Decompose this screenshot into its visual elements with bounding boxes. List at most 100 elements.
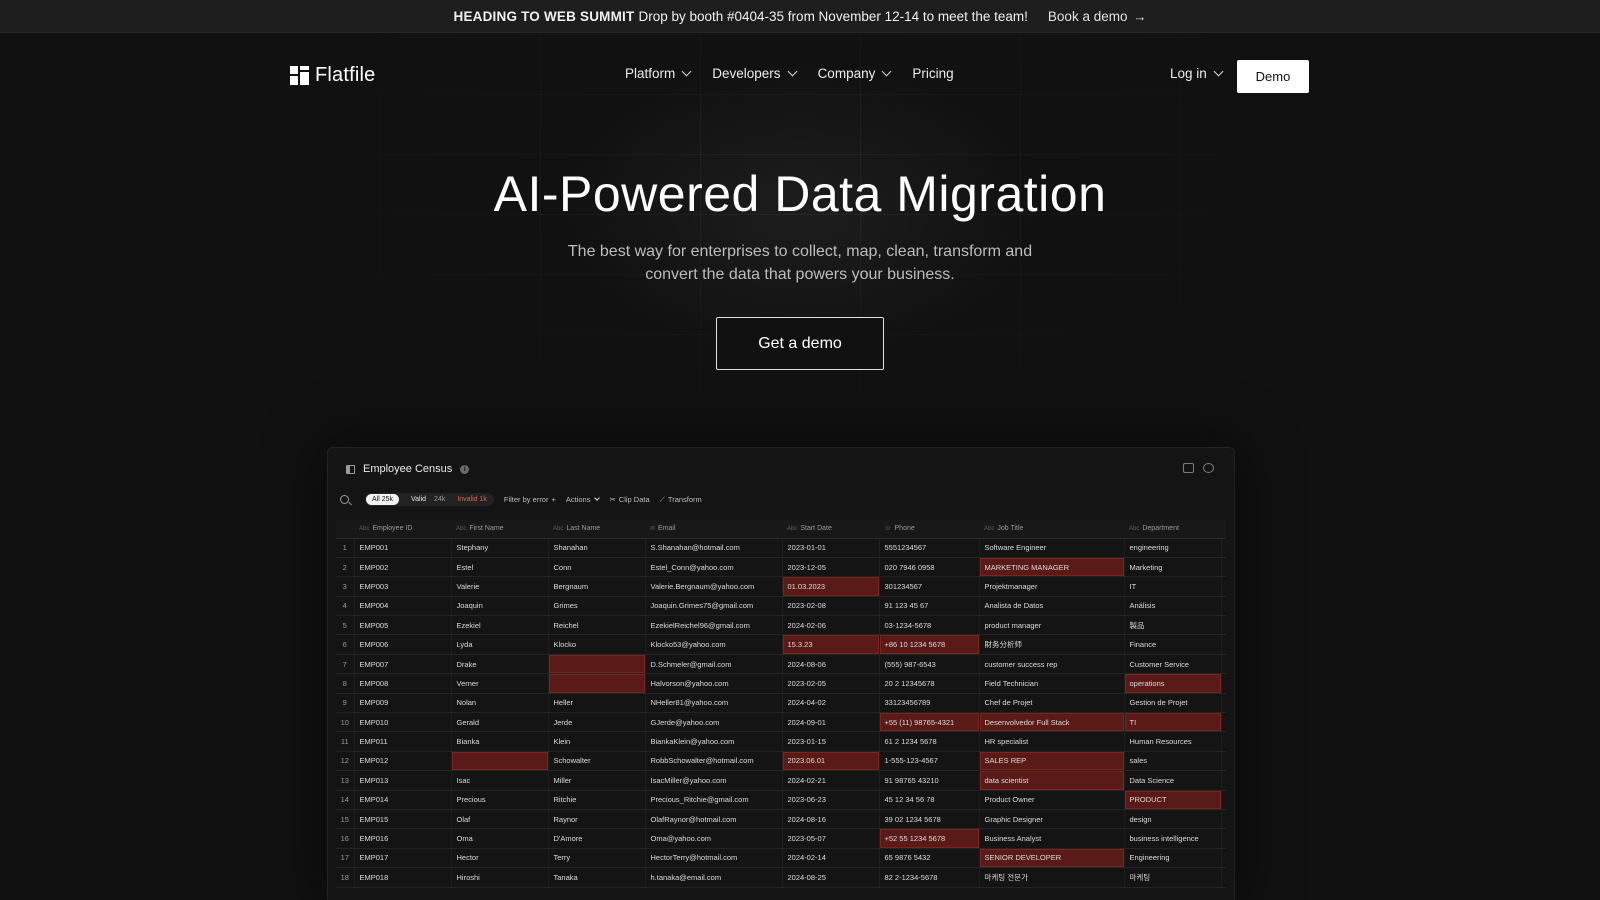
table-cell[interactable]: Lyda: [451, 634, 549, 655]
sidebar-toggle-icon[interactable]: [346, 464, 355, 474]
table-cell[interactable]: EMP002: [354, 557, 452, 578]
table-cell[interactable]: EMP016: [354, 828, 452, 849]
table-cell[interactable]: 5: [1221, 731, 1226, 752]
table-cell[interactable]: 2023-05-07: [782, 828, 880, 849]
table-cell[interactable]: product manager: [979, 615, 1125, 636]
table-cell-error[interactable]: PRODUCT: [1124, 790, 1222, 810]
table-cell[interactable]: RobbSchowalter@hotmail.com: [645, 751, 783, 772]
table-cell[interactable]: 7: [1221, 576, 1226, 597]
table-cell[interactable]: (555) 987-6543: [879, 654, 980, 675]
search-icon[interactable]: [340, 495, 349, 504]
flatfile-logo[interactable]: Flatfile: [290, 64, 376, 87]
table-row[interactable]: 8 EMP008 Verner Halvorson@yahoo.com 2023-02-…: [336, 673, 1226, 694]
table-cell[interactable]: 39 02 1234 5678: [879, 809, 980, 830]
table-cell-error[interactable]: 2023.06.01: [782, 751, 880, 772]
table-cell[interactable]: Product Owner: [979, 790, 1125, 810]
table-cell[interactable]: 5551234567: [879, 538, 980, 558]
table-cell[interactable]: Analista de Datos: [979, 596, 1125, 617]
table-cell-error[interactable]: data scientist: [979, 770, 1125, 791]
table-row[interactable]: 15 EMP015 Olaf Raynor OlafRaynor@hotmail.com…: [336, 809, 1226, 830]
table-cell[interactable]: IsacMiller@yahoo.com: [645, 770, 783, 791]
table-cell[interactable]: EMP004: [354, 596, 452, 617]
table-cell[interactable]: Business Analyst: [979, 828, 1125, 849]
column-header[interactable]: Abc Department: [1124, 520, 1221, 539]
table-cell[interactable]: Verner: [451, 673, 549, 694]
column-header[interactable]: [336, 520, 354, 539]
table-row[interactable]: 14 EMP014 Precious Ritchie Precious_Ritchie@…: [336, 790, 1226, 810]
table-row[interactable]: 6 EMP006 Lyda Klocko Klocko53@yahoo.com 15.3.…: [336, 634, 1226, 655]
table-cell[interactable]: EzekielReichel96@gmail.com: [645, 615, 783, 636]
table-cell[interactable]: 2024-08-16: [782, 809, 880, 830]
transform-button[interactable]: ⟋ Transform: [660, 495, 702, 505]
table-cell[interactable]: 2023-01-01: [782, 538, 880, 558]
table-cell[interactable]: EMP009: [354, 693, 452, 714]
table-cell[interactable]: HectorTerry@hotmail.com: [645, 848, 783, 869]
table-cell[interactable]: Terry: [548, 848, 646, 869]
table-cell[interactable]: Software Engineer: [979, 538, 1125, 558]
table-cell[interactable]: 마케팅 전문가: [979, 867, 1125, 888]
comment-icon[interactable]: [1183, 463, 1194, 473]
table-cell[interactable]: customer success rep: [979, 654, 1125, 675]
table-cell[interactable]: 82 2-1234-5678: [879, 867, 980, 888]
table-cell[interactable]: 45 12 34 56 78: [879, 790, 980, 810]
table-cell[interactable]: EMP014: [354, 790, 452, 810]
actions-dropdown[interactable]: Actions: [566, 494, 601, 504]
table-cell[interactable]: Hector: [451, 848, 549, 869]
table-cell[interactable]: Engineering: [1124, 848, 1222, 869]
table-cell[interactable]: EMP012: [354, 751, 452, 772]
table-cell[interactable]: h.tanaka@email.com: [645, 867, 783, 888]
demo-button[interactable]: Demo: [1237, 60, 1309, 93]
table-cell[interactable]: 마케팅: [1124, 867, 1222, 888]
table-cell[interactable]: Estel: [451, 557, 549, 578]
table-cell[interactable]: Customer Service: [1124, 654, 1222, 675]
table-cell[interactable]: Bianka: [451, 731, 549, 752]
menu-item-pricing[interactable]: Pricing: [912, 66, 953, 81]
table-row[interactable]: 13 EMP013 Isac Miller IsacMiller@yahoo.com 20…: [336, 770, 1226, 791]
table-cell[interactable]: 3: [1221, 828, 1226, 849]
table-cell[interactable]: Klein: [548, 731, 646, 752]
table-cell[interactable]: Projektmanager: [979, 576, 1125, 597]
table-cell[interactable]: EMP015: [354, 809, 452, 830]
column-header[interactable]: Abc First Name: [451, 520, 548, 539]
table-cell-error[interactable]: Desenvolvedor Full Stack: [979, 712, 1125, 733]
filter-by-error-button[interactable]: Filter by error +: [504, 495, 556, 504]
table-cell[interactable]: Chef de Projet: [979, 693, 1125, 714]
table-cell[interactable]: 1: [1221, 867, 1226, 888]
table-cell[interactable]: Schowalter: [548, 751, 646, 772]
table-cell-error[interactable]: SALES REP: [979, 751, 1125, 772]
table-cell[interactable]: 4: [1221, 615, 1226, 636]
table-cell[interactable]: Raynor: [548, 809, 646, 830]
table-cell[interactable]: Heller: [548, 693, 646, 714]
table-cell[interactable]: Reichel: [548, 615, 646, 636]
table-cell[interactable]: 2024-02-06: [782, 615, 880, 636]
table-cell[interactable]: 財务分析师: [979, 634, 1125, 655]
table-cell[interactable]: Oma: [451, 828, 549, 849]
clip-data-button[interactable]: ✂ Clip Data: [609, 495, 649, 504]
table-cell[interactable]: Marketing: [1124, 557, 1222, 578]
table-cell[interactable]: 91 98765 43210: [879, 770, 980, 791]
table-row[interactable]: 11 EMP011 Bianka Klein BiankaKlein@yahoo.com…: [336, 731, 1226, 752]
table-cell-error[interactable]: [548, 673, 646, 694]
table-cell-error[interactable]: +86 10 1234 5678: [879, 634, 980, 655]
table-cell[interactable]: S.Shanahan@hotmail.com: [645, 538, 783, 558]
table-cell[interactable]: NHeller81@yahoo.com: [645, 693, 783, 714]
table-cell[interactable]: EMP018: [354, 867, 452, 888]
table-cell[interactable]: Hiroshi: [451, 867, 549, 888]
table-cell[interactable]: 8: [1221, 538, 1226, 558]
table-cell-error[interactable]: SENIOR DEVELOPER: [979, 848, 1125, 869]
table-cell[interactable]: 2024-04-02: [782, 693, 880, 714]
info-icon[interactable]: i: [460, 464, 470, 474]
table-cell[interactable]: 2023-12-05: [782, 557, 880, 578]
table-cell[interactable]: Joaquin.Grimes75@gmail.com: [645, 596, 783, 617]
table-cell[interactable]: 1-555-123-4567: [879, 751, 980, 772]
table-cell[interactable]: Grimes: [548, 596, 646, 617]
table-cell[interactable]: 2024-02-14: [782, 848, 880, 869]
table-cell[interactable]: 3: [1221, 848, 1226, 869]
table-cell[interactable]: Joaquin: [451, 596, 549, 617]
table-cell[interactable]: 2023-01-15: [782, 731, 880, 752]
table-row[interactable]: 3 EMP003 Valerie Bergnaum Valerie.Bergnaum@y…: [336, 576, 1226, 597]
table-cell-error[interactable]: +55 (11) 98765-4321: [879, 712, 980, 733]
table-cell[interactable]: 20 2 12345678: [879, 673, 980, 694]
table-cell-error[interactable]: 01.03.2023: [782, 576, 880, 597]
table-cell[interactable]: Field Technician: [979, 673, 1125, 694]
